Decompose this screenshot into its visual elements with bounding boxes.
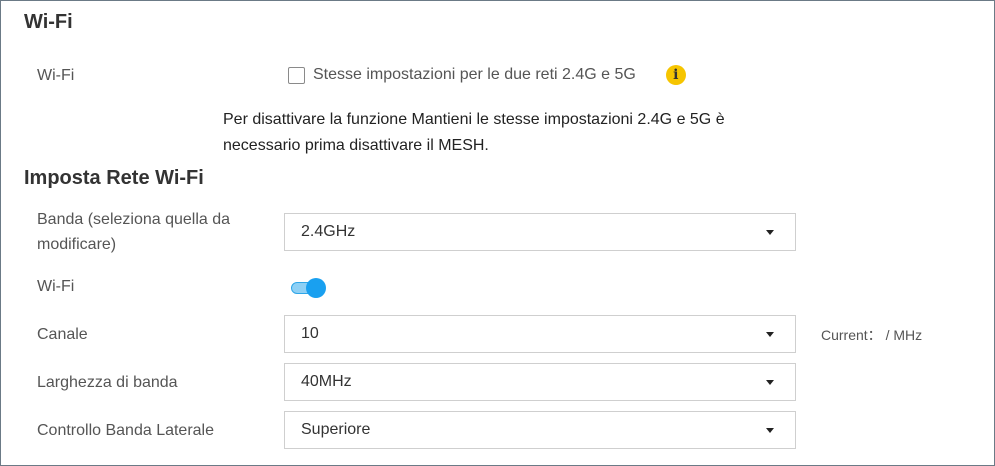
wifi-toggle-label: Wi-Fi bbox=[37, 278, 75, 295]
mesh-notice-line2: necessario prima disattivare il MESH. bbox=[223, 137, 489, 154]
network-section-title: Imposta Rete Wi-Fi bbox=[24, 167, 204, 189]
band-label-line1: Banda (seleziona quella da bbox=[37, 211, 231, 228]
bandwidth-label: Larghezza di banda bbox=[37, 374, 178, 391]
sideband-label: Controllo Banda Laterale bbox=[37, 422, 215, 439]
channel-select-value: 10 bbox=[301, 325, 319, 342]
band-select-value: 2.4GHz bbox=[301, 223, 356, 240]
bandwidth-select[interactable]: 40MHz bbox=[284, 363, 796, 401]
band-select[interactable]: 2.4GHz bbox=[284, 213, 796, 251]
toggle-knob bbox=[306, 278, 326, 298]
band-label-line2: modificare) bbox=[37, 236, 117, 253]
caret-down-icon bbox=[766, 229, 774, 235]
mesh-notice-line1: Per disattivare la funzione Mantieni le … bbox=[223, 111, 725, 128]
channel-label: Canale bbox=[37, 326, 88, 343]
channel-current-text: Current： / MHz bbox=[821, 327, 923, 343]
wifi-label: Wi-Fi bbox=[37, 67, 75, 84]
settings-panel: Wi-Fi Wi-Fi Stesse impostazioni per le d… bbox=[0, 0, 995, 466]
caret-down-icon bbox=[766, 331, 774, 337]
same-settings-checkbox[interactable] bbox=[288, 66, 305, 84]
info-icon[interactable]: i bbox=[665, 65, 686, 85]
caret-down-icon bbox=[766, 427, 774, 433]
channel-select[interactable]: 10 bbox=[284, 315, 796, 353]
caret-down-icon bbox=[766, 379, 774, 385]
same-settings-row: Stesse impostazioni per le due reti 2.4G… bbox=[288, 65, 686, 85]
sideband-select[interactable]: Superiore bbox=[284, 411, 796, 449]
wifi-toggle[interactable] bbox=[291, 278, 327, 298]
wifi-section-title: Wi-Fi bbox=[24, 11, 73, 33]
bandwidth-select-value: 40MHz bbox=[301, 373, 352, 390]
same-settings-label[interactable]: Stesse impostazioni per le due reti 2.4G… bbox=[313, 66, 636, 84]
band-label: Banda (seleziona quella da modificare) bbox=[37, 207, 230, 257]
sideband-select-value: Superiore bbox=[301, 421, 371, 438]
mesh-notice: Per disattivare la funzione Mantieni le … bbox=[223, 107, 783, 159]
